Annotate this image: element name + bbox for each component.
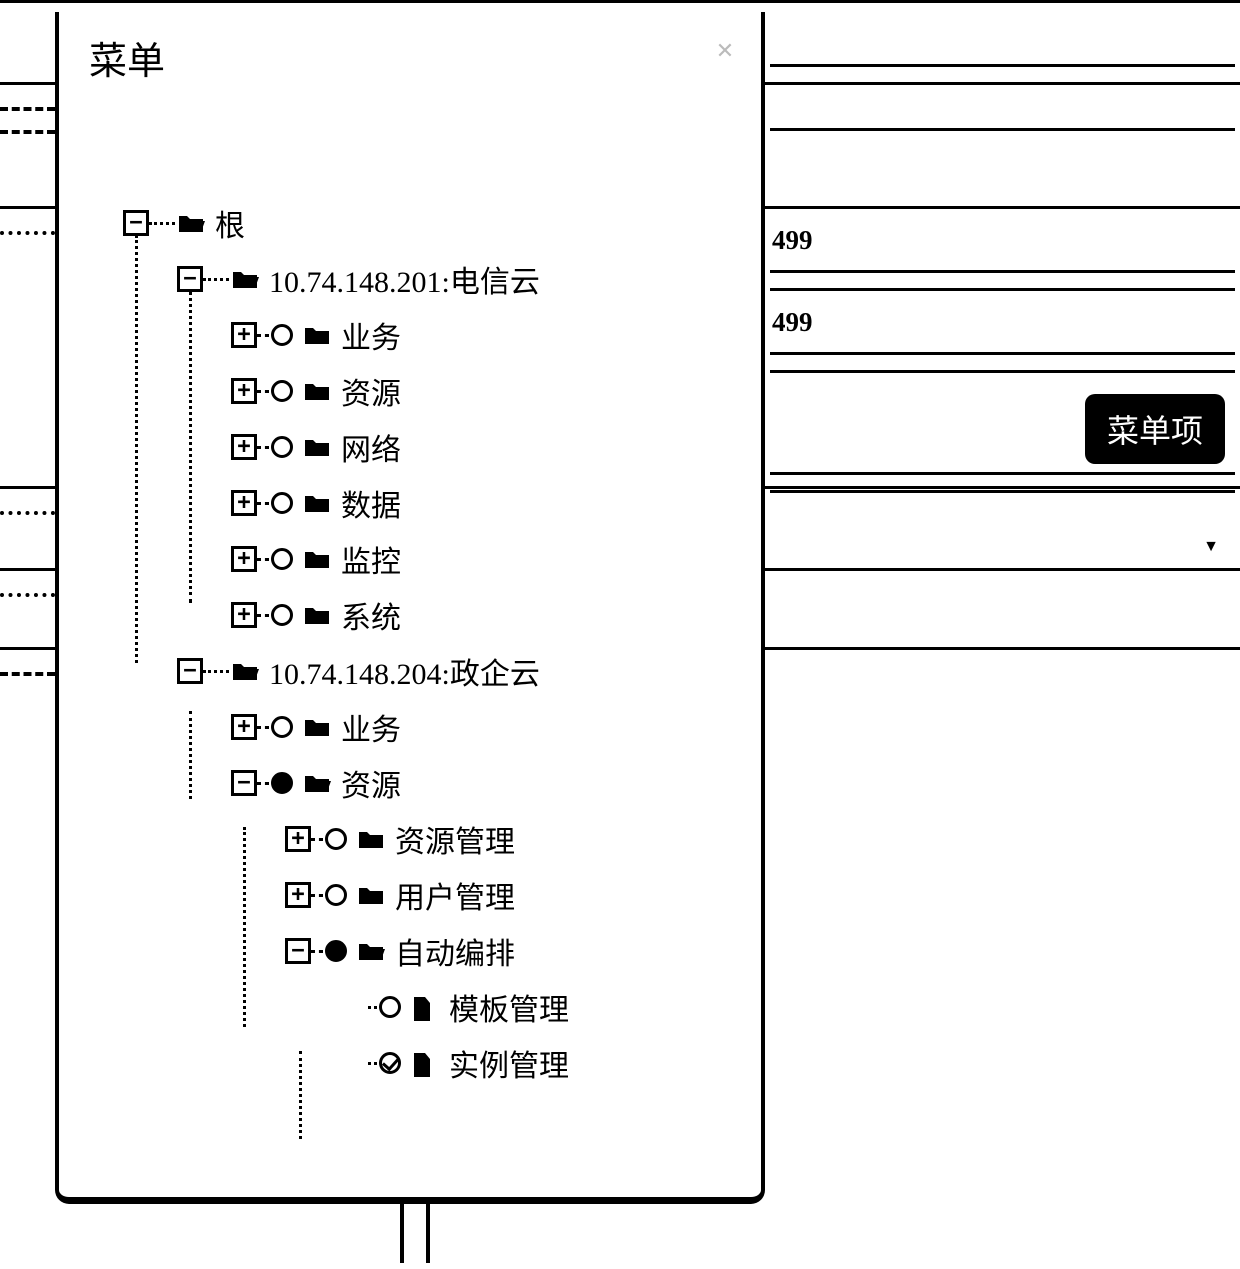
radio-icon[interactable] bbox=[325, 828, 347, 850]
collapse-icon[interactable]: − bbox=[177, 266, 203, 292]
expand-icon[interactable]: + bbox=[231, 546, 257, 572]
collapse-icon[interactable]: − bbox=[123, 210, 149, 236]
node-label: 数据 bbox=[341, 481, 401, 525]
node-label: 模板管理 bbox=[449, 985, 569, 1029]
tree-node[interactable]: + 用户管理 bbox=[285, 867, 737, 923]
radio-icon[interactable] bbox=[271, 548, 293, 570]
folder-icon bbox=[357, 884, 385, 906]
tree-node[interactable]: + 业务 bbox=[231, 699, 737, 755]
folder-open-icon bbox=[231, 660, 259, 682]
folder-open-icon bbox=[231, 268, 259, 290]
tree-node[interactable]: + 业务 bbox=[231, 307, 737, 363]
folder-icon bbox=[303, 380, 331, 402]
tree-node[interactable]: + 数据 bbox=[231, 475, 737, 531]
radio-checked-icon[interactable] bbox=[379, 1052, 401, 1074]
file-icon bbox=[411, 996, 439, 1018]
folder-icon bbox=[303, 436, 331, 458]
folder-icon bbox=[303, 492, 331, 514]
node-label: 自动编排 bbox=[395, 929, 515, 973]
radio-icon[interactable] bbox=[379, 996, 401, 1018]
folder-icon bbox=[303, 716, 331, 738]
right-panel: 499 499 菜单项 ▼ bbox=[770, 0, 1235, 1269]
expand-icon[interactable]: + bbox=[231, 602, 257, 628]
collapse-icon[interactable]: − bbox=[231, 770, 257, 796]
expand-icon[interactable]: + bbox=[231, 434, 257, 460]
expand-icon[interactable]: + bbox=[285, 882, 311, 908]
folder-open-icon bbox=[357, 940, 385, 962]
tree-node-root[interactable]: − 根 bbox=[123, 195, 737, 251]
tree-leaf-selected[interactable]: 实例管理 bbox=[339, 1035, 737, 1091]
chevron-down-icon[interactable]: ▼ bbox=[1203, 538, 1219, 556]
close-icon[interactable]: ✕ bbox=[713, 40, 737, 64]
tree-node[interactable]: + 系统 bbox=[231, 587, 737, 643]
expand-icon[interactable]: + bbox=[231, 378, 257, 404]
node-label: 实例管理 bbox=[449, 1041, 569, 1085]
node-label: 资源管理 bbox=[395, 817, 515, 861]
expand-icon[interactable]: + bbox=[285, 826, 311, 852]
menu-item-badge[interactable]: 菜单项 bbox=[1085, 394, 1225, 464]
node-label: 10.74.148.204:政企云 bbox=[269, 649, 540, 693]
node-label: 业务 bbox=[341, 313, 401, 357]
node-label: 业务 bbox=[341, 705, 401, 749]
radio-icon[interactable] bbox=[271, 436, 293, 458]
node-label: 系统 bbox=[341, 593, 401, 637]
collapse-icon[interactable]: − bbox=[285, 938, 311, 964]
node-label: 根 bbox=[215, 201, 245, 245]
modal-title: 菜单 bbox=[89, 30, 737, 85]
folder-icon bbox=[357, 828, 385, 850]
tree-node-cloud2[interactable]: − 10.74.148.204:政企云 bbox=[177, 643, 737, 699]
folder-icon bbox=[303, 548, 331, 570]
node-label: 资源 bbox=[341, 761, 401, 805]
radio-icon[interactable] bbox=[271, 604, 293, 626]
folder-open-icon bbox=[177, 212, 205, 234]
right-value-2: 499 bbox=[772, 307, 813, 338]
tree-leaf[interactable]: 模板管理 bbox=[339, 979, 737, 1035]
tree-node[interactable]: + 资源 bbox=[231, 363, 737, 419]
expand-icon[interactable]: + bbox=[231, 714, 257, 740]
node-label: 资源 bbox=[341, 369, 401, 413]
radio-icon[interactable] bbox=[271, 716, 293, 738]
folder-icon bbox=[303, 324, 331, 346]
radio-filled-icon[interactable] bbox=[325, 940, 347, 962]
collapse-icon[interactable]: − bbox=[177, 658, 203, 684]
tree-node[interactable]: + 资源管理 bbox=[285, 811, 737, 867]
bottom-stub bbox=[400, 1203, 430, 1263]
tree-node[interactable]: + 网络 bbox=[231, 419, 737, 475]
radio-filled-icon[interactable] bbox=[271, 772, 293, 794]
node-label: 网络 bbox=[341, 425, 401, 469]
radio-icon[interactable] bbox=[325, 884, 347, 906]
node-label: 用户管理 bbox=[395, 873, 515, 917]
expand-icon[interactable]: + bbox=[231, 322, 257, 348]
tree-node-auto[interactable]: − 自动编排 bbox=[285, 923, 737, 979]
tree-node-cloud1[interactable]: − 10.74.148.201:电信云 bbox=[177, 251, 737, 307]
node-label: 10.74.148.201:电信云 bbox=[269, 257, 540, 301]
radio-icon[interactable] bbox=[271, 324, 293, 346]
right-value-1: 499 bbox=[772, 225, 813, 256]
menu-modal: 菜单 ✕ − 根 − 10.74.148.201:电信云 + 业务 bbox=[55, 12, 765, 1204]
folder-open-icon bbox=[303, 772, 331, 794]
tree: − 根 − 10.74.148.201:电信云 + 业务 + 资源 + bbox=[123, 195, 737, 1091]
folder-icon bbox=[303, 604, 331, 626]
tree-node-resource[interactable]: − 资源 bbox=[231, 755, 737, 811]
tree-node[interactable]: + 监控 bbox=[231, 531, 737, 587]
node-label: 监控 bbox=[341, 537, 401, 581]
expand-icon[interactable]: + bbox=[231, 490, 257, 516]
file-icon bbox=[411, 1052, 439, 1074]
radio-icon[interactable] bbox=[271, 380, 293, 402]
radio-icon[interactable] bbox=[271, 492, 293, 514]
